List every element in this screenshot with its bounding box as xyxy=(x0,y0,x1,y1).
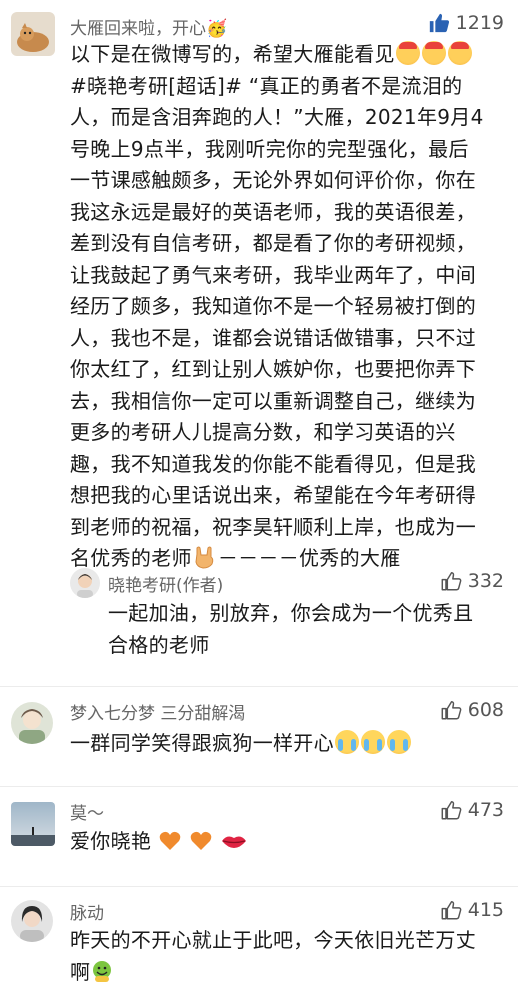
avatar[interactable] xyxy=(11,702,53,744)
text-line: 让我鼓起了勇气来考研，我毕业两年了，中间 xyxy=(70,262,476,287)
crying-emoji-icon xyxy=(360,730,385,754)
reply-text: 一起加油，别放弃，你会成为一个优秀且 合格的老师 xyxy=(108,598,502,661)
heart-face-emoji-icon xyxy=(447,41,472,65)
thumbs-up-outline-icon xyxy=(441,572,462,591)
divider xyxy=(0,886,518,887)
orange-heart-emoji-icon xyxy=(159,831,181,850)
text-line: 更多的考研人儿提高分数，和学习英语的兴 xyxy=(70,420,456,444)
comment-4: 脉动 415 昨天的不开心就止于此吧，今天依旧光芒万丈 啊 xyxy=(0,890,518,991)
comment-1: 大雁回来啦，开心🥳 1219 以下是在微博写的，希望大雁能看见 #晓艳考研[超话… xyxy=(0,0,518,690)
like-count: 415 xyxy=(467,899,504,921)
username[interactable]: 脉动 xyxy=(70,899,104,924)
like-button[interactable]: 608 xyxy=(440,699,504,721)
text-line: 差到没有自信考研，都是看了你的考研视频， xyxy=(70,231,476,255)
like-count: 608 xyxy=(467,699,504,721)
thumbs-up-outline-icon xyxy=(441,801,462,820)
avatar[interactable] xyxy=(11,12,55,56)
thumbs-up-outline-icon xyxy=(441,701,462,720)
orange-heart-emoji-icon xyxy=(190,831,211,850)
crying-emoji-icon xyxy=(334,730,359,754)
avatar[interactable] xyxy=(11,900,53,942)
thumbs-up-outline-icon xyxy=(441,901,462,920)
text-line: 我这永远是最好的英语老师，我的英语很差， xyxy=(70,199,476,224)
avatar[interactable] xyxy=(11,802,55,846)
like-button[interactable]: 415 xyxy=(440,899,504,921)
text-line: 经历了颇多，我知道你不是一个轻易被打倒的 xyxy=(70,294,476,318)
text-line: 你太红了，红到让别人嫉妒你，也要把你弄下 xyxy=(70,357,476,381)
like-count: 1219 xyxy=(455,12,504,34)
username[interactable]: 莫～ xyxy=(70,799,104,824)
comment-2: 梦入七分梦 三分甜解渴 608 一群同学笑得跟疯狗一样开心 xyxy=(0,690,518,790)
text-line: 啊 xyxy=(70,959,91,984)
divider xyxy=(0,786,518,787)
like-button[interactable]: 332 xyxy=(440,570,504,592)
comment-text: 昨天的不开心就止于此吧，今天依旧光芒万丈 啊 xyxy=(70,925,502,988)
thumbs-up-icon xyxy=(429,13,449,33)
avatar[interactable] xyxy=(70,568,100,598)
text-line: #晓艳考研[超话]# “真正的勇者不是流泪的 xyxy=(70,73,463,98)
text-line: 想把我的心里话说出来，希望能在今年考研得 xyxy=(70,483,476,507)
divider xyxy=(0,686,518,687)
text-line: 一起加油，别放弃，你会成为一个优秀且 xyxy=(108,601,474,625)
heart-face-emoji-icon xyxy=(395,41,420,65)
comment-text: 爱你晓艳 xyxy=(70,826,502,858)
text-line: 到老师的祝福，祝李昊轩顺利上岸，也成为一 xyxy=(70,514,476,539)
username[interactable]: 大雁回来啦，开心🥳 xyxy=(70,14,227,39)
comment-3: 莫～ 473 爱你晓艳 xyxy=(0,790,518,886)
like-button[interactable]: 1219 xyxy=(428,12,504,34)
text-line: 人，而是含泪奔跑的人！”大雁，2021年9月4 xyxy=(70,105,484,129)
lips-emoji-icon xyxy=(222,836,247,848)
text-line: 一群同学笑得跟疯狗一样开心 xyxy=(70,731,334,755)
like-count: 473 xyxy=(467,799,504,821)
text-line: 以下是在微博写的，希望大雁能看见 xyxy=(70,42,395,66)
text-line: 合格的老师 xyxy=(108,632,210,657)
crying-emoji-icon xyxy=(386,730,411,754)
like-button[interactable]: 473 xyxy=(440,799,504,821)
text-line: 人，我也不是，谁都会说错话做错事，只不过 xyxy=(70,325,476,350)
reply-username[interactable]: 晓艳考研(作者) xyxy=(108,571,223,596)
comment-text: 一群同学笑得跟疯狗一样开心 xyxy=(70,728,502,760)
text-line: 去，我相信你一定可以重新调整自己，继续为 xyxy=(70,388,476,413)
text-line: 昨天的不开心就止于此吧，今天依旧光芒万丈 xyxy=(70,928,476,952)
text-line: 爱你晓艳 xyxy=(70,829,152,853)
username[interactable]: 梦入七分梦 三分甜解渴 xyxy=(70,699,245,724)
text-line: 号晚上9点半，我刚听完你的完型强化，最后 xyxy=(70,136,469,161)
author-reply: 晓艳考研(作者) 332 一起加油，别放弃，你会成为一个优秀且 合格的老师 xyxy=(70,566,518,676)
comment-text: 以下是在微博写的，希望大雁能看见 #晓艳考研[超话]# “真正的勇者不是流泪的 … xyxy=(70,39,502,575)
heart-face-emoji-icon xyxy=(421,41,446,65)
text-line: 趣，我不知道我发的你能不能看得见，但是我 xyxy=(70,451,476,476)
like-count: 332 xyxy=(467,570,504,592)
text-line: 一节课感触颇多，无论外界如何评价你，你在 xyxy=(70,168,476,192)
hug-emoji-icon xyxy=(93,960,112,982)
